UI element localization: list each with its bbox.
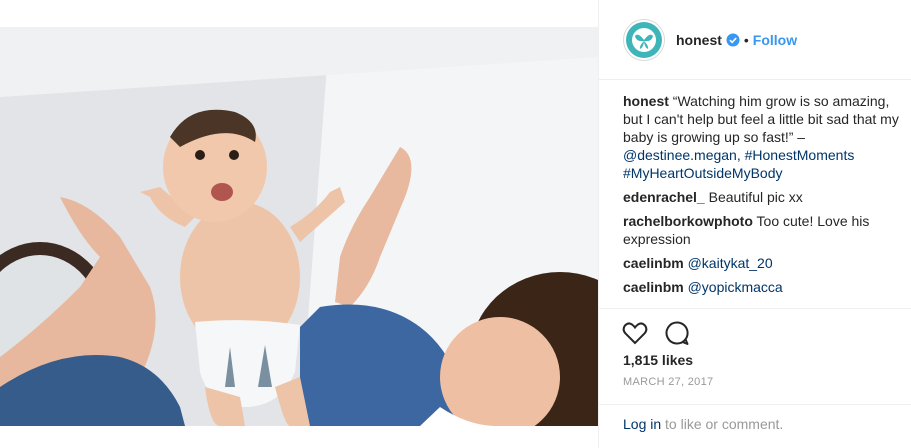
likes-count[interactable]: 1,815 likes bbox=[623, 352, 693, 368]
photo-top-strip bbox=[0, 0, 598, 27]
comment-mention-link[interactable]: @yopickmacca bbox=[688, 279, 783, 295]
baby-photo-illustration bbox=[0, 27, 598, 426]
honest-logo-icon bbox=[626, 21, 662, 58]
follow-button[interactable]: Follow bbox=[753, 32, 797, 48]
comment-username[interactable]: caelinbm bbox=[623, 255, 684, 271]
post-author-username[interactable]: honest bbox=[676, 32, 722, 48]
caption-hashtag-link[interactable]: #MyHeartOutsideMyBody bbox=[623, 165, 783, 181]
login-prompt: Log in to like or comment. bbox=[623, 416, 783, 432]
post-date: MARCH 27, 2017 bbox=[623, 376, 714, 388]
comment-text: Beautiful pic xx bbox=[708, 189, 803, 205]
actions-divider bbox=[599, 308, 911, 309]
post-header: honest • Follow bbox=[599, 0, 911, 80]
login-prompt-text: to like or comment. bbox=[661, 416, 784, 432]
comment-username[interactable]: edenrachel_ bbox=[623, 189, 705, 205]
avatar[interactable] bbox=[623, 18, 665, 61]
caption-username[interactable]: honest bbox=[623, 93, 669, 109]
post-photo-area bbox=[0, 0, 598, 448]
photo-bottom-strip bbox=[0, 426, 598, 448]
comment-username[interactable]: caelinbm bbox=[623, 279, 684, 295]
caption-hashtag-link[interactable]: #HonestMoments bbox=[745, 147, 855, 163]
comment-item: caelinbm @kaitykat_20 bbox=[623, 254, 903, 272]
post-sidebar: honest • Follow honest “Watching him gro… bbox=[598, 0, 911, 448]
comment-item: rachelborkowphoto Too cute! Love his exp… bbox=[623, 212, 903, 248]
comment-mention-link[interactable]: @kaitykat_20 bbox=[688, 255, 773, 271]
heart-icon[interactable] bbox=[621, 319, 649, 347]
action-icons bbox=[621, 319, 705, 347]
separator-dot: • bbox=[743, 31, 749, 48]
comment-item: caelinbm @yopickmacca bbox=[623, 278, 903, 296]
post-photo[interactable] bbox=[0, 27, 598, 426]
comment-item: edenrachel_ Beautiful pic xx bbox=[623, 188, 903, 206]
comments-list[interactable]: honest “Watching him grow is so amazing,… bbox=[623, 92, 903, 308]
login-link[interactable]: Log in bbox=[623, 416, 661, 432]
caption-mention-link[interactable]: @destinee.megan, bbox=[623, 147, 741, 163]
caption: honest “Watching him grow is so amazing,… bbox=[623, 92, 903, 182]
verified-badge-icon bbox=[726, 33, 740, 47]
bottom-divider bbox=[599, 404, 911, 405]
comment-icon[interactable] bbox=[663, 319, 691, 347]
comment-username[interactable]: rachelborkowphoto bbox=[623, 213, 753, 229]
header-text: honest • Follow bbox=[676, 32, 797, 48]
